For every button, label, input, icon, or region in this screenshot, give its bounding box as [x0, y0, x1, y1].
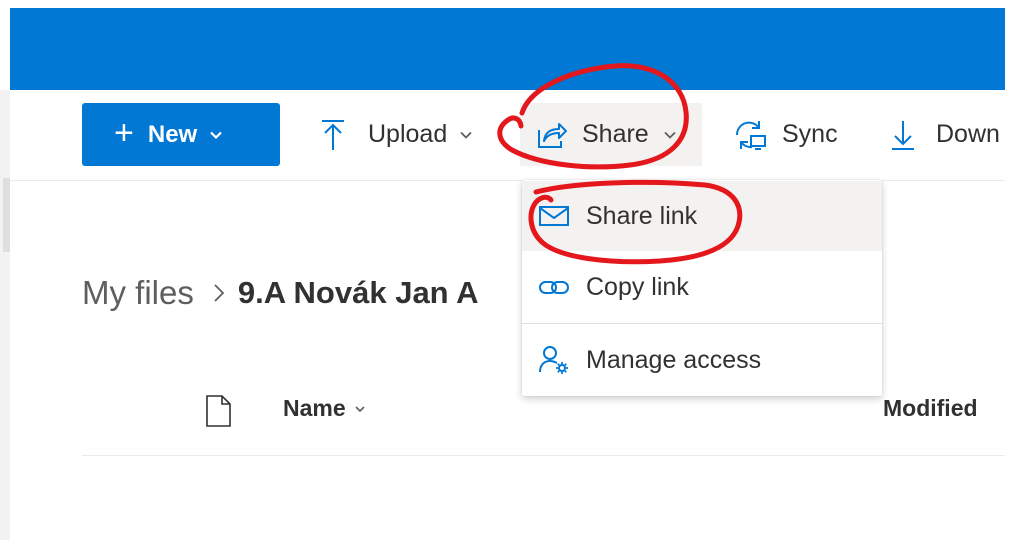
left-nav-scroll-thumb[interactable] — [3, 178, 10, 252]
chevron-down-icon — [460, 131, 472, 139]
link-icon — [539, 280, 569, 294]
share-label: Share — [582, 120, 649, 148]
upload-button[interactable]: Upload — [318, 103, 473, 166]
download-label: Down — [936, 120, 1000, 148]
sync-icon — [735, 120, 766, 150]
share-icon — [538, 122, 567, 148]
share-button[interactable]: Share — [520, 103, 702, 166]
breadcrumb-current-folder: 9.A Novák Jan A — [237, 275, 479, 310]
file-type-icon — [206, 395, 231, 427]
menu-item-label: Copy link — [586, 273, 689, 301]
menu-item-manage-access[interactable]: Manage access — [522, 325, 882, 395]
mail-icon — [539, 206, 569, 226]
new-button[interactable]: + New — [82, 103, 280, 166]
breadcrumb-my-files[interactable]: My files — [82, 274, 194, 312]
sync-label: Sync — [782, 120, 838, 148]
chevron-down-icon — [210, 131, 222, 139]
sync-button[interactable]: Sync — [732, 103, 838, 166]
download-button[interactable]: Down — [888, 103, 1000, 166]
chevron-down-icon — [355, 405, 365, 412]
people-settings-icon — [539, 346, 568, 374]
upload-icon — [322, 119, 344, 150]
menu-item-share-link[interactable]: Share link — [522, 181, 882, 251]
left-nav-rail — [0, 90, 10, 540]
plus-icon: + — [114, 113, 134, 152]
menu-item-label: Share link — [586, 201, 698, 230]
new-button-label: New — [147, 120, 198, 148]
chevron-down-icon — [664, 131, 676, 139]
suite-header-bar — [10, 8, 1005, 90]
upload-label: Upload — [368, 120, 448, 148]
column-header-modified[interactable]: Modified — [883, 395, 978, 422]
breadcrumb: My files 9.A Novák Jan A — [82, 270, 478, 316]
column-header-name[interactable]: Name — [283, 395, 366, 422]
menu-item-copy-link[interactable]: Copy link — [522, 252, 882, 324]
chevron-right-icon — [212, 282, 226, 304]
share-dropdown-menu: Share link Copy link Manage access — [522, 180, 882, 396]
download-icon — [892, 120, 914, 150]
menu-item-label: Manage access — [586, 345, 762, 374]
column-name-label: Name — [283, 395, 346, 421]
